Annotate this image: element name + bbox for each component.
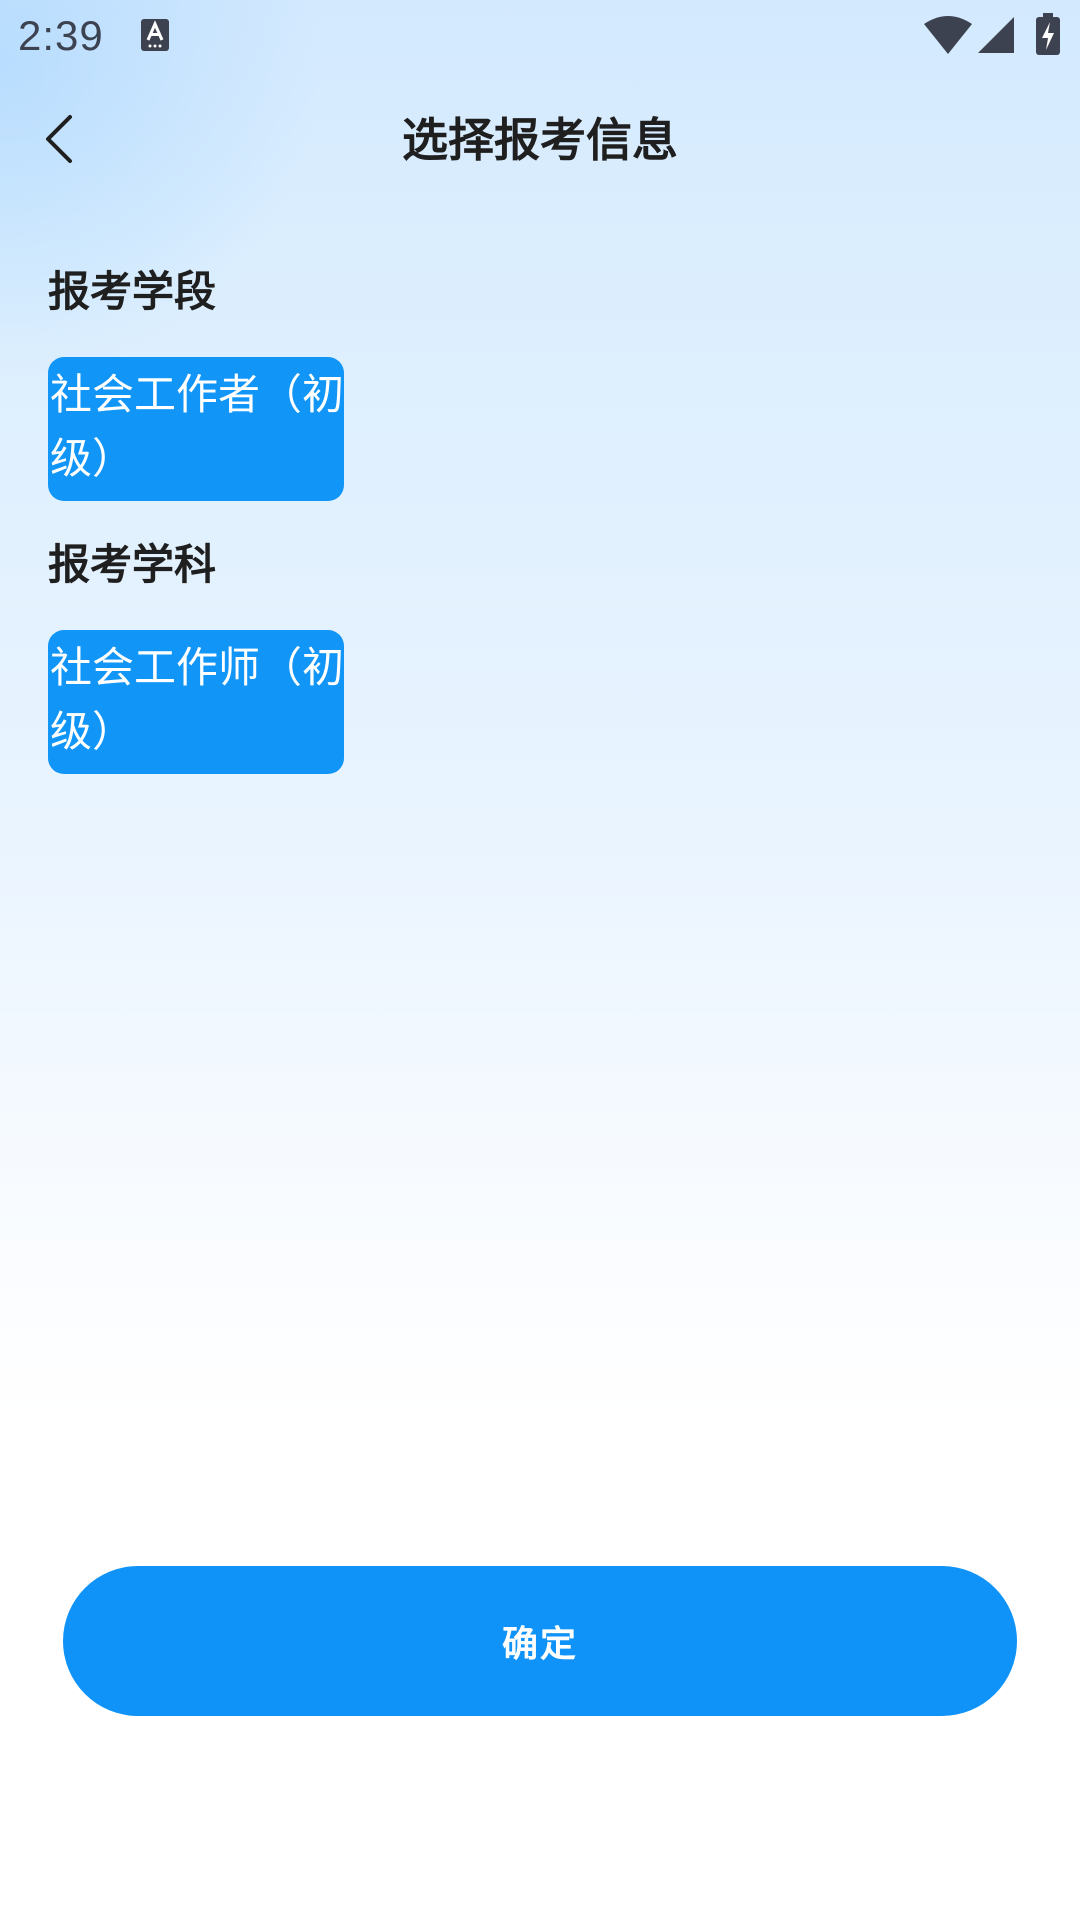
wifi-icon (924, 16, 972, 54)
cell-signal-icon (978, 17, 1014, 53)
keyboard-a-icon (140, 18, 170, 52)
confirm-button[interactable]: 确定 (63, 1566, 1017, 1716)
page-title: 选择报考信息 (402, 113, 678, 167)
back-button[interactable] (28, 103, 92, 179)
exam-level-option[interactable]: 社会工作者（初级） (48, 357, 344, 501)
exam-subject-label: 报考学科 (48, 540, 217, 589)
chevron-left-icon (40, 113, 80, 169)
nav-bar: 选择报考信息 (0, 95, 1080, 185)
status-bar: 2:39 (0, 0, 1080, 75)
status-time: 2:39 (18, 12, 104, 59)
battery-charging-icon (1036, 13, 1060, 55)
exam-subject-option[interactable]: 社会工作师（初级） (48, 630, 344, 774)
exam-level-label: 报考学段 (48, 267, 217, 316)
